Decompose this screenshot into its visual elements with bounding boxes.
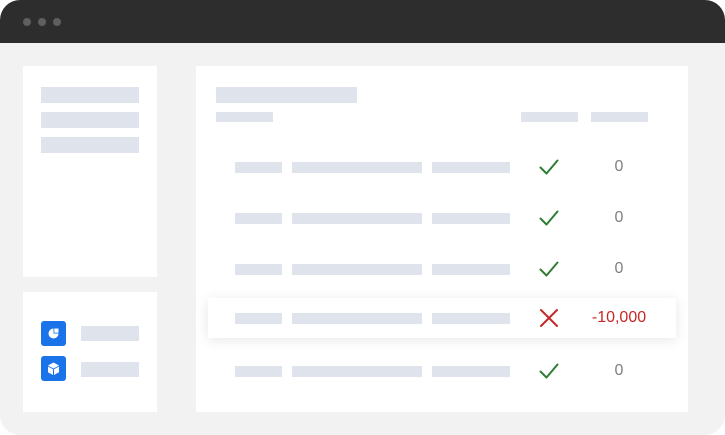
cell-placeholder-2 [292,313,422,324]
check-icon [537,206,561,230]
check-icon [537,359,561,383]
cell-placeholder-2 [292,366,422,377]
table-row[interactable]: -10,000 [208,298,676,338]
amount-value: 0 [614,209,624,226]
cell-placeholder-1 [235,264,282,275]
cell-placeholder-2 [292,213,422,224]
cell-placeholder-1 [235,366,282,377]
table-row[interactable]: 0 [208,198,676,238]
amount-value: 0 [614,260,624,277]
cell-placeholder-1 [235,313,282,324]
table-row[interactable]: 0 [208,249,676,289]
sidebar-apps-card [23,292,157,412]
cell-placeholder-2 [292,162,422,173]
title-bar [0,0,725,43]
cell-placeholder-3 [432,313,510,324]
column-header-status-placeholder[interactable] [521,112,578,122]
amount-value: -10,000 [591,309,647,326]
sidebar-nav-card [23,66,157,277]
cell-placeholder-2 [292,264,422,275]
amount-value: 0 [614,158,624,175]
nav-item-placeholder[interactable] [41,137,139,153]
column-header-amount-placeholder[interactable] [591,112,648,122]
cell-placeholder-1 [235,162,282,173]
minimize-window-dot[interactable] [38,18,46,26]
table-title-placeholder [216,87,357,103]
cell-placeholder-1 [235,213,282,224]
cube-icon[interactable] [41,356,66,381]
app-window: 0 0 0 -10,000 0 [0,0,725,435]
maximize-window-dot[interactable] [53,18,61,26]
table-row[interactable]: 0 [208,147,676,187]
check-icon [537,257,561,281]
close-window-dot[interactable] [23,18,31,26]
nav-item-placeholder[interactable] [41,87,139,103]
app-label-placeholder [81,362,139,377]
cell-placeholder-3 [432,264,510,275]
amount-value: 0 [614,362,624,379]
nav-item-placeholder[interactable] [41,112,139,128]
check-icon [537,155,561,179]
cross-icon [537,306,561,330]
app-icon[interactable] [41,321,66,346]
cell-placeholder-3 [432,213,510,224]
table-row[interactable]: 0 [208,351,676,391]
cell-placeholder-3 [432,366,510,377]
table-subtitle-placeholder [216,112,273,122]
cell-placeholder-3 [432,162,510,173]
app-label-placeholder [81,326,139,341]
